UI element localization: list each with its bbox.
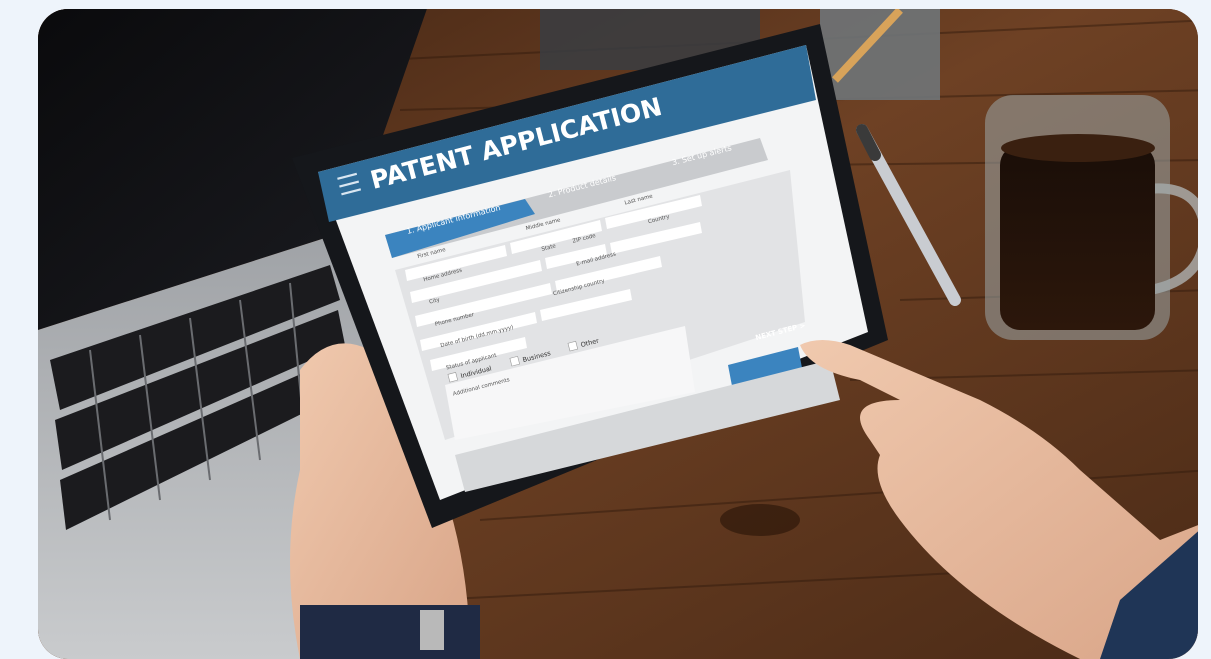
wood-knot xyxy=(720,504,800,536)
business-checkbox[interactable] xyxy=(509,355,520,367)
wristwatch xyxy=(420,610,444,650)
coffee-glass xyxy=(985,95,1198,340)
pencil-holder xyxy=(820,9,940,100)
other-checkbox[interactable] xyxy=(567,340,579,352)
individual-checkbox[interactable] xyxy=(447,371,459,383)
photo-frame: PATENT APPLICATION 1. Applicant informat… xyxy=(38,9,1198,659)
sleeve-left xyxy=(300,605,480,659)
photo-scene: PATENT APPLICATION 1. Applicant informat… xyxy=(38,9,1198,659)
